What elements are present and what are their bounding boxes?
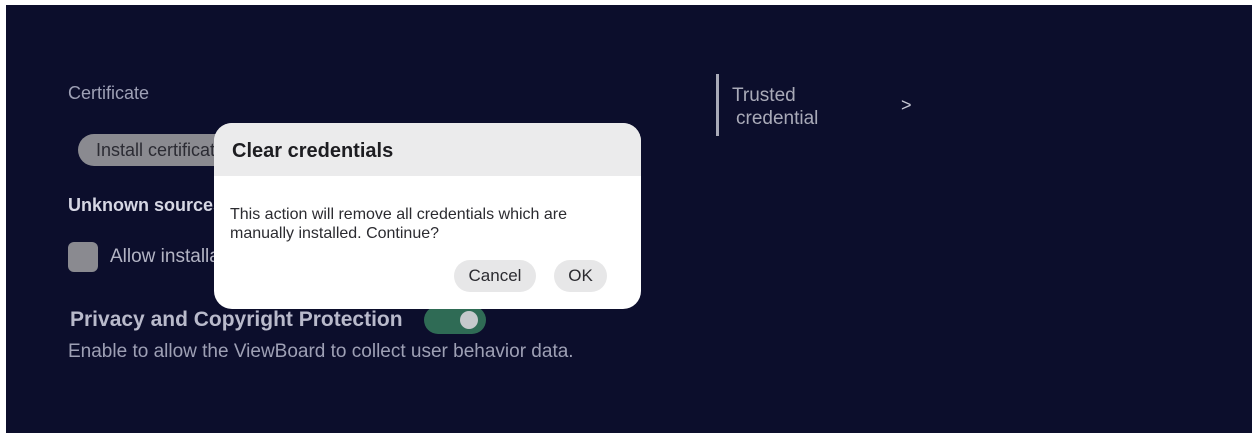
unknown-sources-label: Unknown sources: [68, 195, 224, 215]
privacy-toggle[interactable]: [424, 306, 486, 334]
allow-install-checkbox[interactable]: [68, 242, 98, 272]
chevron-right-icon[interactable]: >: [901, 95, 912, 116]
cancel-button[interactable]: Cancel: [454, 260, 536, 292]
ok-button[interactable]: OK: [554, 260, 607, 292]
privacy-protection-label: Privacy and Copyright Protection: [70, 308, 403, 331]
dialog-title: Clear credentials: [232, 140, 394, 162]
privacy-description: Enable to allow the ViewBoard to collect…: [68, 341, 574, 362]
dialog-message: This action will remove all credentials …: [230, 206, 568, 242]
clear-credentials-dialog: Clear credentials This action will remov…: [214, 123, 641, 309]
trusted-credential-label-line2: credential: [736, 108, 819, 129]
trusted-credential-label-line1: Trusted: [732, 85, 796, 106]
dialog-header: Clear credentials: [214, 123, 641, 176]
settings-screen: Certificate Install certificate Unknown …: [6, 5, 1252, 433]
panel-divider: [716, 74, 719, 136]
trusted-credential-item[interactable]: Trusted credential: [732, 84, 818, 130]
certificate-section-label: Certificate: [68, 83, 150, 103]
toggle-knob: [460, 311, 478, 329]
